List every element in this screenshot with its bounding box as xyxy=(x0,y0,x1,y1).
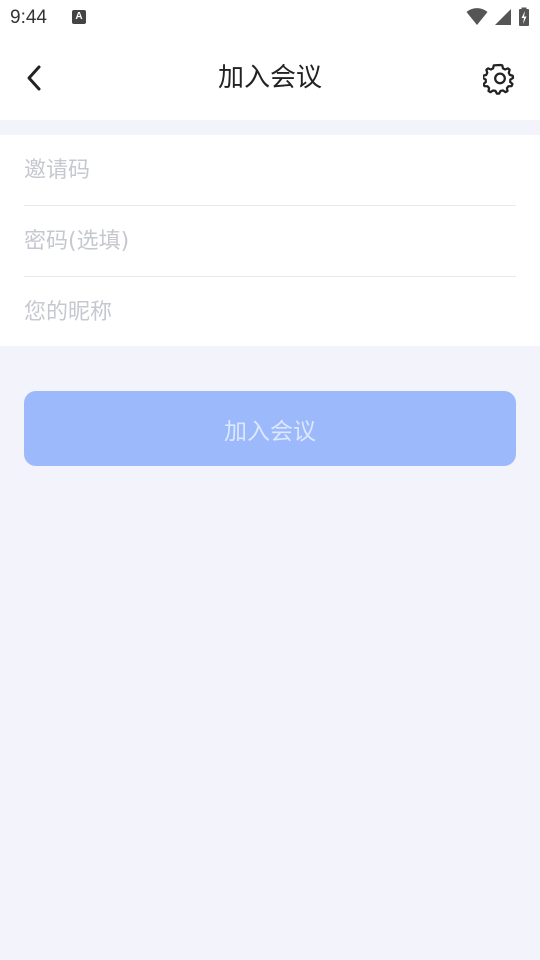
battery-charging-icon xyxy=(519,7,529,26)
status-bar: 9:44 A xyxy=(0,0,540,36)
gear-icon xyxy=(483,63,515,95)
chevron-left-icon xyxy=(27,65,41,91)
status-icons xyxy=(466,7,530,27)
password-input[interactable] xyxy=(24,206,516,276)
wifi-icon xyxy=(466,8,488,25)
top-app-bar: 加入会议 xyxy=(0,36,540,120)
join-meeting-button[interactable]: 加入会议 xyxy=(24,391,516,466)
join-form xyxy=(0,135,540,347)
text-a-icon: A xyxy=(72,10,86,24)
invite-code-input[interactable] xyxy=(24,135,516,205)
back-button[interactable] xyxy=(14,58,54,98)
nickname-input[interactable] xyxy=(24,277,516,347)
signal-icon xyxy=(495,9,511,25)
page-title: 加入会议 xyxy=(217,63,322,93)
nickname-row xyxy=(24,277,516,347)
settings-button[interactable] xyxy=(480,58,520,98)
invite-code-row xyxy=(24,135,516,206)
password-row xyxy=(24,206,516,277)
status-time: 9:44 xyxy=(10,7,47,28)
